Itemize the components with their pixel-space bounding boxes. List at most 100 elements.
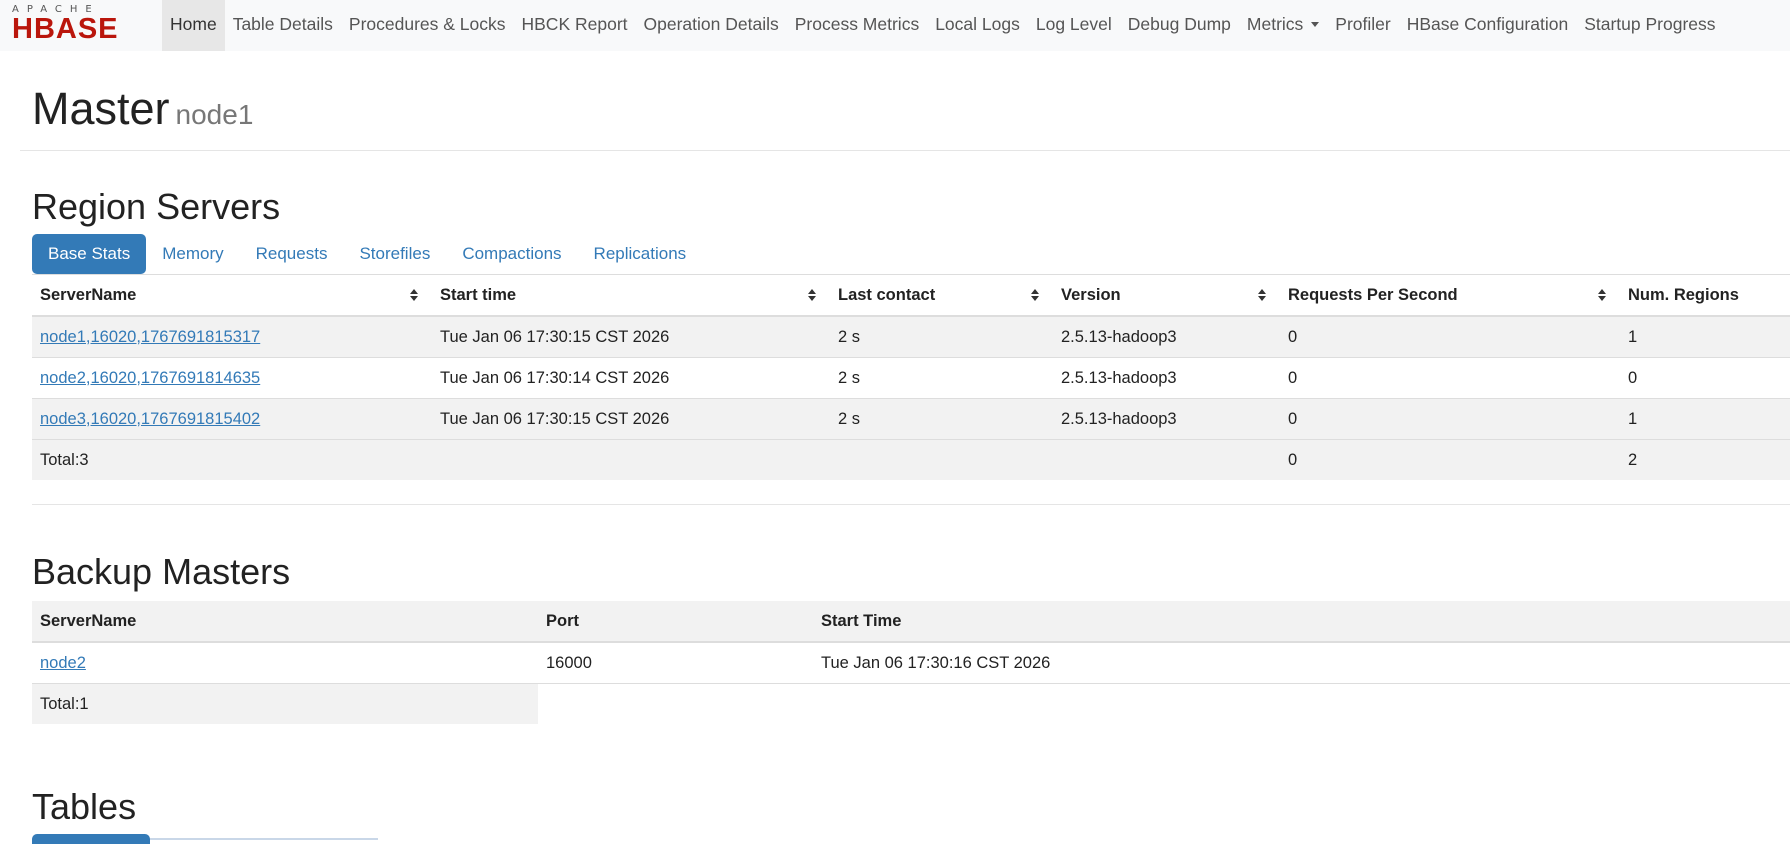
empty-cell (538, 683, 813, 724)
table-total-row: Total:1 (32, 683, 1790, 724)
sort-icon (410, 288, 418, 302)
port-cell: 16000 (538, 641, 813, 684)
column-header-port: Port (538, 601, 813, 643)
server-cell: node1,16020,1767691815317 (32, 315, 432, 358)
column-label: Num. Regions (1628, 285, 1739, 304)
column-header-servername[interactable]: ServerName (32, 275, 432, 317)
sort-icon (1598, 288, 1606, 302)
start-time-cell: Tue Jan 06 17:30:15 CST 2026 (432, 398, 830, 440)
nav-menu: Home Table Details Procedures & Locks HB… (162, 0, 1724, 51)
last-contact-cell: 2 s (830, 315, 1053, 358)
sort-icon (1031, 288, 1039, 302)
backup-masters-table: ServerName Port Start Time node2 16000 T… (32, 601, 1790, 724)
start-time-cell: Tue Jan 06 17:30:14 CST 2026 (432, 357, 830, 399)
nav-label: Profiler (1335, 14, 1391, 34)
nav-item-home[interactable]: Home (162, 0, 225, 51)
empty-cell (1053, 439, 1280, 480)
total-label-cell: Total:1 (32, 683, 538, 724)
table-row: node3,16020,1767691815402 Tue Jan 06 17:… (32, 398, 1790, 440)
column-header-last-contact[interactable]: Last contact (830, 275, 1053, 317)
column-header-start-time[interactable]: Start time (432, 275, 830, 317)
table-header-row: ServerName Start time Last contact Versi… (32, 275, 1790, 317)
column-label: ServerName (40, 285, 137, 304)
nav-item-log-level[interactable]: Log Level (1028, 0, 1120, 51)
server-link[interactable]: node3,16020,1767691815402 (40, 410, 260, 428)
backup-masters-heading: Backup Masters (32, 551, 291, 592)
column-label: Requests Per Second (1288, 285, 1458, 304)
sort-icon (1258, 288, 1266, 302)
table-total-row: Total:3 0 2 (32, 439, 1790, 480)
nav-item-local-logs[interactable]: Local Logs (927, 0, 1028, 51)
regions-cell: 0 (1620, 357, 1790, 399)
nav-label: Procedures & Locks (348, 14, 506, 34)
tables-heading: Tables (32, 786, 137, 827)
nav-item-operation-details[interactable]: Operation Details (636, 0, 787, 51)
tab-memory[interactable]: Memory (146, 234, 239, 274)
region-servers-tabs: Base Stats Memory Requests Storefiles Co… (32, 234, 702, 274)
tab-storefiles[interactable]: Storefiles (343, 234, 446, 274)
column-header-start-time: Start Time (813, 601, 1790, 643)
nav-label: Metrics (1246, 14, 1304, 34)
nav-label: Home (170, 14, 217, 34)
tab-base-stats[interactable]: Base Stats (32, 234, 147, 274)
version-cell: 2.5.13-hadoop3 (1053, 398, 1280, 440)
server-cell: node2 (32, 641, 538, 684)
version-cell: 2.5.13-hadoop3 (1053, 357, 1280, 399)
nav-label: Startup Progress (1584, 14, 1716, 34)
column-header-servername: ServerName (32, 601, 538, 643)
column-label: Start time (440, 285, 517, 304)
hbase-logo[interactable]: APACHE HBASE (12, 5, 147, 46)
table-row: node2 16000 Tue Jan 06 17:30:16 CST 2026 (32, 641, 1790, 684)
nav-label: HBCK Report (521, 14, 628, 34)
nav-label: Operation Details (643, 14, 779, 34)
nav-item-hbck-report[interactable]: HBCK Report (514, 0, 636, 51)
server-cell: node2,16020,1767691814635 (32, 357, 432, 399)
nav-label: Table Details (232, 14, 333, 34)
requests-cell: 0 (1280, 398, 1620, 440)
nav-label: Local Logs (935, 14, 1020, 34)
total-requests-cell: 0 (1280, 439, 1620, 480)
version-cell: 2.5.13-hadoop3 (1053, 315, 1280, 358)
last-contact-cell: 2 s (830, 357, 1053, 399)
tab-replications[interactable]: Replications (578, 234, 703, 274)
nav-item-hbase-configuration[interactable]: HBase Configuration (1399, 0, 1576, 51)
logo-hbase-text: HBASE (12, 13, 119, 45)
nav-item-process-metrics[interactable]: Process Metrics (787, 0, 927, 51)
column-header-num-regions[interactable]: Num. Regions (1620, 275, 1790, 317)
empty-cell (830, 439, 1053, 480)
backup-master-link[interactable]: node2 (40, 654, 86, 672)
column-header-requests-per-second[interactable]: Requests Per Second (1280, 275, 1620, 317)
tab-requests[interactable]: Requests (240, 234, 344, 274)
server-link[interactable]: node1,16020,1767691815317 (40, 328, 260, 346)
nav-label: Debug Dump (1127, 14, 1231, 34)
regions-cell: 1 (1620, 398, 1790, 440)
section-divider (32, 504, 1790, 505)
nav-item-profiler[interactable]: Profiler (1327, 0, 1398, 51)
empty-cell (813, 683, 1790, 724)
nav-item-procedures-locks[interactable]: Procedures & Locks (341, 0, 514, 51)
last-contact-cell: 2 s (830, 398, 1053, 440)
tab-compactions[interactable]: Compactions (446, 234, 577, 274)
start-time-cell: Tue Jan 06 17:30:15 CST 2026 (432, 315, 830, 358)
nav-item-table-details[interactable]: Table Details (225, 0, 341, 51)
nav-item-startup-progress[interactable]: Startup Progress (1576, 0, 1723, 51)
page-title-text: Master (32, 83, 170, 134)
nav-item-debug-dump[interactable]: Debug Dump (1120, 0, 1239, 51)
nav-label: Log Level (1035, 14, 1112, 34)
top-navbar: APACHE HBASE Home Table Details Procedur… (0, 0, 1790, 51)
page-header: Master node1 (20, 80, 1790, 151)
start-time-cell: Tue Jan 06 17:30:16 CST 2026 (813, 641, 1790, 684)
nav-item-metrics-dropdown[interactable]: Metrics (1239, 0, 1327, 51)
column-label: Version (1061, 285, 1121, 304)
column-label: Last contact (838, 285, 936, 304)
table-header-row: ServerName Port Start Time (32, 601, 1790, 643)
requests-cell: 0 (1280, 315, 1620, 358)
column-header-version[interactable]: Version (1053, 275, 1280, 317)
sort-icon (808, 288, 816, 302)
total-label-cell: Total:3 (32, 439, 432, 480)
region-servers-table: ServerName Start time Last contact Versi… (32, 275, 1790, 480)
table-row: node2,16020,1767691814635 Tue Jan 06 17:… (32, 357, 1790, 399)
server-link[interactable]: node2,16020,1767691814635 (40, 369, 260, 387)
tables-active-tab[interactable] (32, 834, 150, 844)
caret-down-icon (1311, 22, 1320, 27)
